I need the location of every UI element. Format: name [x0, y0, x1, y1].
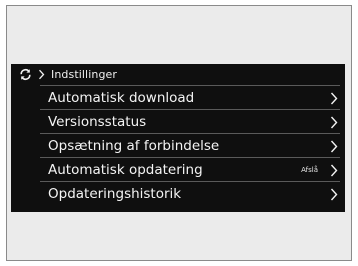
page-title: Indstillinger [51, 68, 118, 81]
menu-item-automatic-download[interactable]: Automatisk download [40, 85, 340, 109]
menu-item-label: Opsætning af forbindelse [48, 137, 220, 154]
menu-item-automatic-update[interactable]: Automatisk opdatering Afslå [40, 157, 340, 181]
sync-icon[interactable] [19, 68, 32, 81]
menu-item-connection-setup[interactable]: Opsætning af forbindelse [40, 133, 340, 157]
settings-list: Automatisk download Versionsstatus Opsæt… [40, 85, 340, 205]
chevron-right-icon [330, 116, 338, 129]
menu-item-version-status[interactable]: Versionsstatus [40, 109, 340, 133]
menu-item-value: Afslå [301, 166, 318, 174]
chevron-right-icon [330, 140, 338, 153]
menu-item-update-history[interactable]: Opdateringshistorik [40, 181, 340, 205]
chevron-right-icon [330, 92, 338, 105]
chevron-right-icon [38, 69, 45, 80]
breadcrumb: Indstillinger [11, 64, 345, 85]
settings-screen: Indstillinger Automatisk download Versio… [11, 64, 345, 212]
menu-item-label: Versionsstatus [48, 113, 147, 130]
menu-item-label: Automatisk download [48, 89, 195, 106]
chevron-right-icon [330, 164, 338, 177]
chevron-right-icon [330, 188, 338, 201]
menu-item-label: Automatisk opdatering [48, 161, 203, 178]
menu-item-label: Opdateringshistorik [48, 185, 182, 202]
